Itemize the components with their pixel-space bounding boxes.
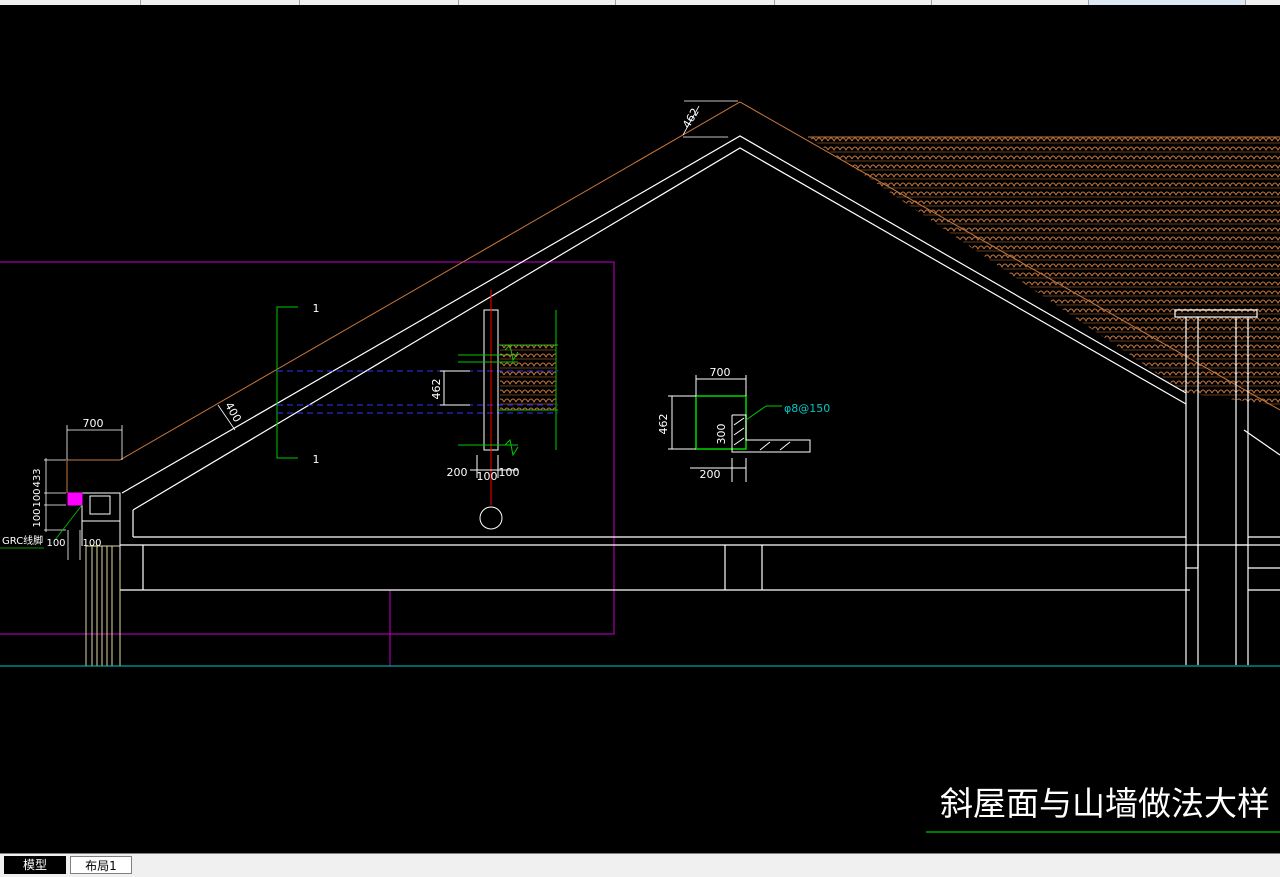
- box-height-dim: 462: [657, 414, 670, 435]
- section-height-dim: 462: [430, 379, 443, 400]
- eave-column: [67, 492, 121, 667]
- eave-width-dim: 700: [83, 417, 104, 430]
- box-detail: [668, 375, 811, 482]
- tab-layout1[interactable]: 布局1: [70, 856, 132, 874]
- section-detail: [276, 290, 558, 530]
- section-mark-top: 1: [313, 302, 320, 315]
- section-mark-bottom: 1: [313, 453, 320, 466]
- rebar-label: φ8@150: [784, 402, 830, 415]
- drawing-title: 斜屋面与山墙做法大样: [940, 784, 1270, 823]
- eave-dim-e: 100: [82, 538, 101, 549]
- section-width-a: 200: [447, 466, 468, 479]
- slope-dim-label: 400: [222, 400, 244, 425]
- cad-model-canvas[interactable]: 700 100 433 100 GRC线脚 100 100 462 400 1 …: [0, 5, 1280, 853]
- eave-dim-b: 433: [32, 468, 43, 487]
- grc-label: GRC线脚: [2, 534, 43, 547]
- tab-model[interactable]: 模型: [4, 856, 66, 874]
- eave-dim-c: 100: [32, 508, 43, 527]
- box-base-dim: 200: [700, 468, 721, 481]
- roof-tile-hatch: [808, 136, 1280, 406]
- section-width-b: 100: [477, 470, 498, 483]
- section-width-c: 100: [499, 466, 520, 479]
- ridge-dim-label: 462: [680, 106, 702, 131]
- eave-dim-d: 100: [46, 538, 65, 549]
- layout-tab-bar: 模型 布局1: [0, 853, 1280, 877]
- box-width-dim: 700: [710, 366, 731, 379]
- eave-dim-a: 100: [32, 488, 43, 507]
- box-inner-dim: 300: [715, 424, 728, 445]
